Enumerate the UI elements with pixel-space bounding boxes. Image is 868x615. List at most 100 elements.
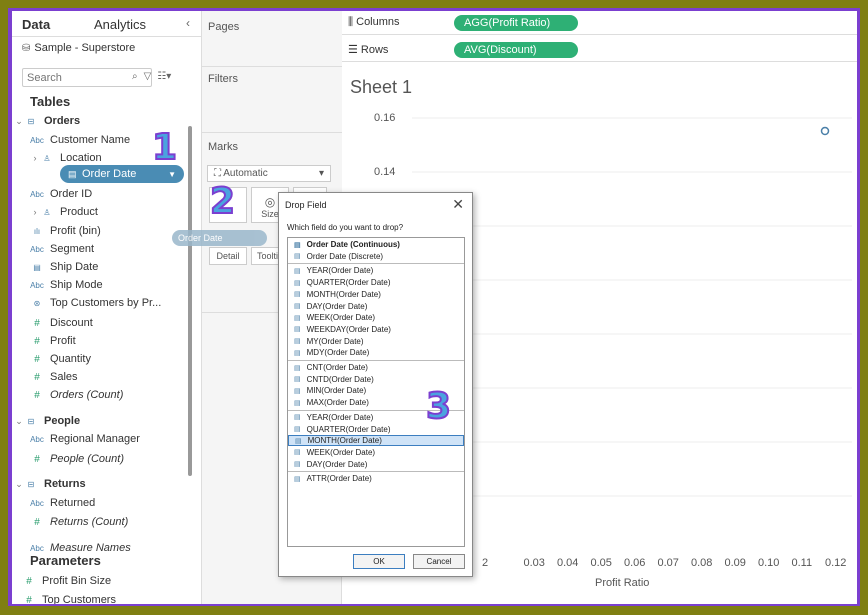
dialog-question: Which field do you want to drop? <box>287 223 404 232</box>
calendar-icon: ▤ <box>294 349 301 357</box>
list-separator <box>288 360 464 361</box>
ok-button[interactable]: OK <box>353 554 405 569</box>
field-item[interactable]: # Discount <box>30 314 210 332</box>
x-tick: 0.10 <box>758 557 780 569</box>
drop-option[interactable]: ▤ QUARTER(Order Date) <box>288 277 464 288</box>
table-node[interactable]: ⌄ ⊟ People <box>14 412 194 430</box>
expand-icon[interactable]: › <box>30 207 40 217</box>
measure-icon: # <box>34 317 40 329</box>
cancel-button[interactable]: Cancel <box>413 554 465 569</box>
mark-type-label: ⛶ Automatic <box>214 168 268 179</box>
expand-icon[interactable]: › <box>30 153 40 163</box>
field-item[interactable]: # Quantity <box>30 350 210 368</box>
parameter-icon: # <box>26 575 32 587</box>
view-options-icon[interactable]: ☷▾ <box>157 71 171 82</box>
chevron-down-icon: ▾ <box>318 168 324 179</box>
field-label: Discount <box>50 317 93 329</box>
columns-text: Columns <box>356 16 400 28</box>
drop-option-label: WEEK(Order Date) <box>306 447 376 457</box>
mark-type-select[interactable]: ⛶ Automatic ▾ <box>207 165 331 182</box>
dialog-title: Drop Field <box>285 200 327 210</box>
drop-option[interactable]: ▤ CNT(Order Date) <box>288 362 464 373</box>
size-label: Size <box>261 209 279 219</box>
table-node[interactable]: ⌄ ⊟ Returns <box>14 475 194 493</box>
datasource[interactable]: ⛁ Sample - Superstore <box>22 42 135 54</box>
bin-icon: ılı <box>33 226 41 236</box>
data-pane: Data Analytics ‹ ⛁ Sample - Superstore ⌕… <box>12 11 202 604</box>
measure-icon: # <box>34 389 40 401</box>
drop-option[interactable]: ▤ MONTH(Order Date) <box>288 289 464 300</box>
calendar-icon: ▤ <box>294 326 301 334</box>
search-icon[interactable]: ⌕ <box>132 71 138 82</box>
size-icon: ◎ <box>264 195 276 209</box>
field-label: Returns <box>44 478 86 490</box>
columns-pill[interactable]: AGG(Profit Ratio) <box>454 15 578 31</box>
drop-option-label: MONTH(Order Date) <box>307 436 382 446</box>
drop-option[interactable]: ▤ CNTD(Order Date) <box>288 374 464 385</box>
field-item[interactable]: # People (Count) <box>30 450 210 468</box>
field-item[interactable]: Abc Order ID <box>30 185 210 203</box>
field-label: Sales <box>50 371 78 383</box>
text-field-icon: Abc <box>30 280 44 290</box>
field-item[interactable]: › ♙ Product <box>30 203 210 221</box>
drop-option[interactable]: ▤ MONTH(Order Date) <box>288 435 464 447</box>
field-item[interactable]: # Profit <box>30 332 210 350</box>
drop-option[interactable]: ▤ Order Date (Continuous) <box>288 239 464 250</box>
field-item[interactable]: Abc Ship Mode <box>30 276 210 294</box>
field-item[interactable]: # Sales <box>30 368 210 386</box>
rows-shelf[interactable]: ☰ Rows AVG(Discount) <box>342 38 857 62</box>
drop-option[interactable]: ▤ Order Date (Discrete) <box>288 251 464 262</box>
detail-button[interactable]: Detail <box>209 247 247 265</box>
field-item[interactable]: ▤ Ship Date <box>30 258 210 276</box>
field-item[interactable]: Abc Regional Manager <box>30 430 210 448</box>
filters-card[interactable]: Filters <box>202 67 342 133</box>
expand-icon[interactable]: ⌄ <box>14 116 24 127</box>
parameters-heading: Parameters <box>30 553 101 568</box>
drop-option[interactable]: ▤ MDY(Order Date) <box>288 347 464 358</box>
drop-option-label: MAX(Order Date) <box>306 398 369 408</box>
field-item[interactable]: ⊛ Top Customers by Pr... <box>30 294 210 312</box>
data-point[interactable] <box>820 126 830 136</box>
tables-heading: Tables <box>30 94 71 109</box>
field-item[interactable]: # Orders (Count) <box>30 386 210 404</box>
chevron-left-icon[interactable]: ‹ <box>186 16 190 30</box>
columns-shelf[interactable]: ⫼ Columns AGG(Profit Ratio) <box>342 11 857 35</box>
datasource-name: Sample - Superstore <box>34 42 136 54</box>
pages-card[interactable]: Pages <box>202 11 342 67</box>
annotation-step-1: 1 <box>151 126 178 169</box>
filter-icon[interactable]: ▽ <box>144 71 152 82</box>
table-icon: ⊟ <box>27 479 35 489</box>
table-icon: ⊟ <box>27 416 35 426</box>
field-item[interactable]: Abc Customer Name <box>30 131 210 149</box>
tab-analytics[interactable]: Analytics <box>94 17 146 32</box>
drop-option[interactable]: ▤ DAY(Order Date) <box>288 301 464 312</box>
drop-option[interactable]: ▤ ATTR(Order Date) <box>288 473 464 484</box>
drop-option-label: Order Date (Continuous) <box>306 240 400 249</box>
parameter-item[interactable]: # Top Customers <box>22 591 202 604</box>
field-item[interactable]: # Returns (Count) <box>30 513 210 531</box>
drop-option-label: CNTD(Order Date) <box>306 374 374 384</box>
field-label: Regional Manager <box>50 433 140 445</box>
drop-option[interactable]: ▤ WEEK(Order Date) <box>288 447 464 458</box>
field-item[interactable]: Abc Returned <box>30 494 210 512</box>
expand-icon[interactable]: ⌄ <box>14 479 24 490</box>
drop-option[interactable]: ▤ MY(Order Date) <box>288 336 464 347</box>
text-field-icon: Abc <box>30 434 44 444</box>
drop-option[interactable]: ▤ WEEK(Order Date) <box>288 312 464 323</box>
dropdown-icon[interactable]: ▼ <box>168 170 176 179</box>
parameter-item[interactable]: # Profit Bin Size <box>22 572 202 590</box>
drop-option[interactable]: ▤ DAY(Order Date) <box>288 459 464 470</box>
field-label: Returned <box>50 497 96 509</box>
drop-option-label: QUARTER(Order Date) <box>306 278 391 288</box>
tab-data[interactable]: Data <box>22 17 50 32</box>
expand-icon[interactable]: ⌄ <box>14 416 24 427</box>
close-icon[interactable]: ✕ <box>452 196 464 213</box>
drop-option-label: YEAR(Order Date) <box>306 412 374 422</box>
dragging-field-pill: Order Date <box>172 230 267 246</box>
field-label: Returns (Count) <box>50 516 129 528</box>
drop-option[interactable]: ▤ WEEKDAY(Order Date) <box>288 324 464 335</box>
calendar-icon: ▤ <box>294 291 301 299</box>
rows-pill[interactable]: AVG(Discount) <box>454 42 578 58</box>
scrollbar[interactable] <box>188 126 192 476</box>
drop-option[interactable]: ▤ YEAR(Order Date) <box>288 265 464 276</box>
